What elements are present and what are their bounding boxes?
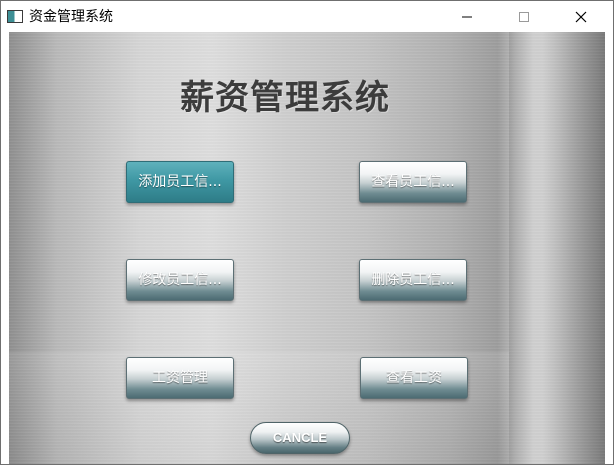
view-employee-button[interactable]: 查看员工信...: [359, 161, 467, 203]
salary-manage-button[interactable]: 工资管理: [126, 357, 234, 399]
view-salary-button[interactable]: 查看工资: [360, 357, 468, 399]
title-bar[interactable]: 资金管理系统: [1, 1, 613, 32]
app-window-icon: [7, 10, 23, 23]
maximize-button[interactable]: [501, 1, 547, 32]
minimize-button[interactable]: [444, 1, 490, 32]
window-title: 资金管理系统: [29, 9, 113, 25]
main-panel: 薪资管理系统 添加员工信... 查看员工信... 修改员工信... 删除员工信.…: [9, 32, 605, 464]
add-employee-button[interactable]: 添加员工信...: [126, 161, 234, 203]
cancel-button[interactable]: CANCLE: [250, 422, 350, 454]
close-button[interactable]: [558, 1, 604, 32]
edit-employee-button[interactable]: 修改员工信...: [126, 259, 234, 301]
minimize-icon: [462, 16, 472, 18]
app-window: 资金管理系统 薪资管理系统 添加员工信... 查看员工信... 修改员工信...…: [0, 0, 614, 465]
delete-employee-button[interactable]: 删除员工信...: [359, 259, 467, 301]
page-title: 薪资管理系统: [180, 78, 390, 118]
close-icon: [575, 11, 587, 23]
maximize-icon: [519, 12, 529, 22]
